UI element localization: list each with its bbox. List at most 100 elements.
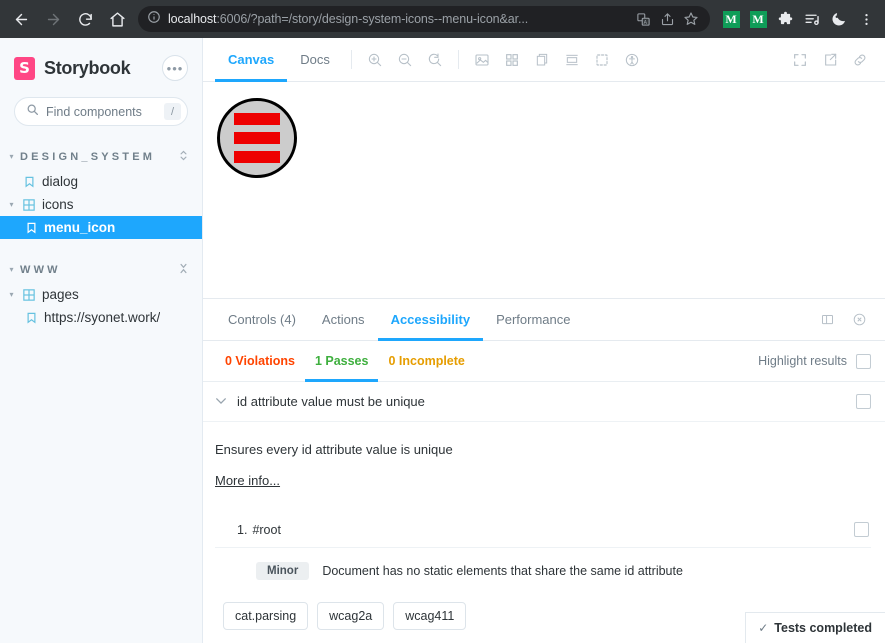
highlight-results-checkbox[interactable] <box>856 353 871 369</box>
dark-mode-icon[interactable] <box>826 6 852 32</box>
extensions-puzzle-icon[interactable] <box>772 6 798 32</box>
zoom-out-icon[interactable] <box>390 38 420 81</box>
tab-violations-label: 0 Violations <box>225 354 295 368</box>
node-detail: Minor Document has no static elements th… <box>215 548 871 580</box>
translate-icon[interactable]: A <box>632 8 654 30</box>
tab-accessibility[interactable]: Accessibility <box>377 299 484 341</box>
address-bar-actions: A <box>632 8 702 30</box>
share-icon[interactable] <box>656 8 678 30</box>
rule-result-body: Ensures every id attribute value is uniq… <box>203 422 885 630</box>
tab-docs[interactable]: Docs <box>287 38 343 81</box>
sidebar-item-label: https://syonet.work/ <box>44 310 161 325</box>
node-row[interactable]: 1. #root <box>215 512 871 548</box>
zoom-in-icon[interactable] <box>360 38 390 81</box>
browser-toolbar: localhost:6006/?path=/story/design-syste… <box>0 0 885 38</box>
browser-menu-icon[interactable] <box>853 6 879 32</box>
sidebar-item-label: icons <box>42 197 74 212</box>
more-info-link[interactable]: More info... <box>215 473 280 488</box>
chevron-down-icon[interactable] <box>215 396 227 408</box>
background-image-icon[interactable] <box>467 38 497 81</box>
chevron-down-icon: ▾ <box>9 199 14 209</box>
sidebar-item-menu-icon[interactable]: menu_icon <box>0 216 202 239</box>
sidebar-menu-button[interactable]: ••• <box>162 55 188 81</box>
highlight-results-label: Highlight results <box>758 354 847 368</box>
reload-icon <box>77 11 94 28</box>
accessibility-icon[interactable] <box>617 38 647 81</box>
sidebar-item-pages[interactable]: ▾ pages <box>0 283 202 306</box>
ellipsis-icon: ••• <box>166 60 184 76</box>
extension-green-1[interactable]: M <box>718 6 744 32</box>
home-button[interactable] <box>102 4 132 34</box>
outline-icon[interactable] <box>587 38 617 81</box>
reading-list-icon[interactable] <box>799 6 825 32</box>
grid-icon[interactable] <box>497 38 527 81</box>
sidebar-item-dialog[interactable]: dialog <box>0 170 202 193</box>
toolbar-divider-2 <box>457 50 459 69</box>
tab-performance[interactable]: Performance <box>483 299 583 340</box>
reload-button[interactable] <box>70 4 100 34</box>
menu-bar-3 <box>234 151 280 163</box>
forward-button[interactable] <box>38 4 68 34</box>
rule-result-header[interactable]: id attribute value must be unique <box>203 382 885 422</box>
sidebar-item-icons[interactable]: ▾ icons <box>0 193 202 216</box>
search-shortcut-key: / <box>164 103 181 120</box>
tree-section-label: DESIGN_SYSTEM <box>20 151 156 163</box>
storybook-logo-icon: S <box>14 56 35 80</box>
highlight-results-control[interactable]: Highlight results <box>758 341 871 381</box>
toolbar-divider <box>350 50 352 69</box>
forward-arrow-icon <box>45 11 62 28</box>
url-rest: :6006/?path=/story/design-system-icons--… <box>216 12 529 26</box>
site-info-icon[interactable] <box>147 10 161 29</box>
tag-wcag2a[interactable]: wcag2a <box>317 602 385 630</box>
storybook-app: S Storybook ••• Find components / ▾ DESI… <box>0 38 885 643</box>
back-button[interactable] <box>6 4 36 34</box>
addon-panel: Controls (4) Actions Accessibility Perfo… <box>203 298 885 643</box>
tab-violations[interactable]: 0 Violations <box>215 341 305 381</box>
node-index: 1. <box>237 522 248 537</box>
component-grid-icon <box>22 198 36 212</box>
sidebar-item-syonet[interactable]: https://syonet.work/ <box>0 306 202 329</box>
tab-actions-label: Actions <box>321 312 365 327</box>
panel-tabs-spacer <box>583 299 811 340</box>
story-bookmark-icon <box>24 311 38 325</box>
tab-incomplete[interactable]: 0 Incomplete <box>378 341 474 381</box>
back-arrow-icon <box>13 11 30 28</box>
rule-checkbox[interactable] <box>856 394 871 409</box>
chevron-down-icon: ▾ <box>9 152 14 161</box>
tests-status-label: Tests completed <box>774 621 872 635</box>
brand-title: Storybook <box>44 57 131 78</box>
tab-controls[interactable]: Controls (4) <box>215 299 309 340</box>
rule-description: Ensures every id attribute value is uniq… <box>215 442 453 457</box>
close-panel-icon[interactable] <box>843 299 875 340</box>
split-view-icon[interactable] <box>811 299 843 340</box>
fullscreen-icon[interactable] <box>785 38 815 81</box>
extension-green-1-glyph: M <box>722 10 740 28</box>
rule-title: id attribute value must be unique <box>237 394 425 409</box>
url-host: localhost <box>168 12 217 26</box>
bookmark-star-icon[interactable] <box>680 8 702 30</box>
tag-wcag411[interactable]: wcag411 <box>393 602 467 630</box>
address-bar[interactable]: localhost:6006/?path=/story/design-syste… <box>138 6 710 32</box>
node-checkbox[interactable] <box>854 522 869 537</box>
tree-section-www[interactable]: ▾ WWW <box>0 257 202 283</box>
tag-cat-parsing[interactable]: cat.parsing <box>223 602 309 630</box>
tab-canvas[interactable]: Canvas <box>215 38 288 82</box>
tests-status-badge: ✓ Tests completed <box>745 612 885 643</box>
copy-link-icon[interactable] <box>845 38 875 81</box>
tab-passes[interactable]: 1 Passes <box>304 341 379 382</box>
search-input[interactable]: Find components / <box>14 97 188 126</box>
zoom-reset-icon[interactable] <box>420 38 450 81</box>
tab-actions[interactable]: Actions <box>309 299 378 340</box>
story-bookmark-icon <box>22 175 36 189</box>
main-area: Canvas Docs Controls (4) Actions Accessi… <box>203 38 885 643</box>
expand-collapse-icon[interactable] <box>179 149 188 165</box>
tab-accessibility-label: Accessibility <box>390 312 471 327</box>
tree-section-design-system[interactable]: ▾ DESIGN_SYSTEM <box>0 144 202 170</box>
viewport-icon[interactable] <box>557 38 587 81</box>
tab-performance-label: Performance <box>496 312 571 327</box>
collapse-icon[interactable] <box>179 262 188 278</box>
tab-canvas-label: Canvas <box>228 52 275 67</box>
extension-green-2[interactable]: M <box>745 6 771 32</box>
measure-icon[interactable] <box>527 38 557 81</box>
open-new-tab-icon[interactable] <box>815 38 845 81</box>
